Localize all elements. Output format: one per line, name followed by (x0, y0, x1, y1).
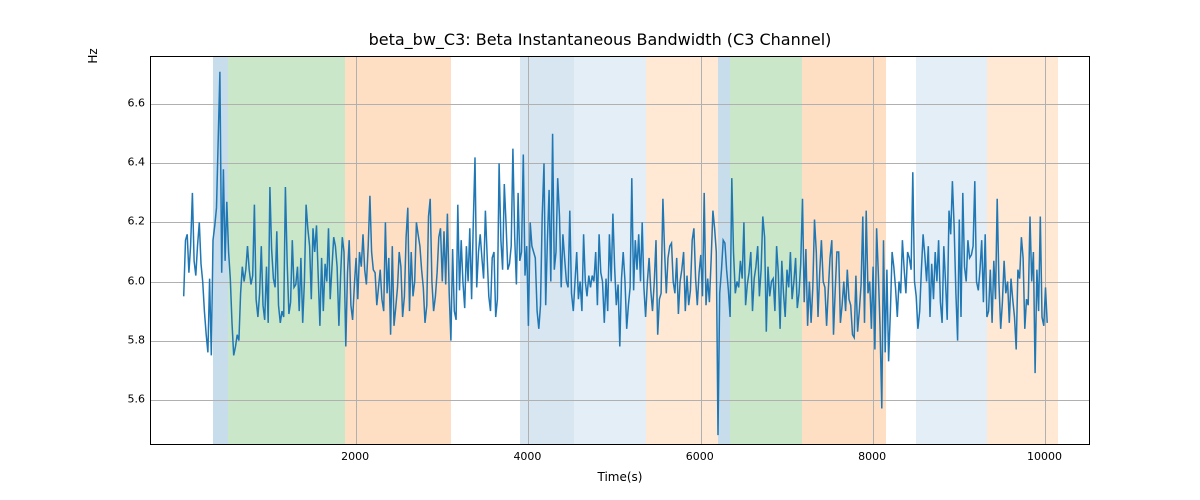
plot-area (150, 56, 1090, 445)
y-tick-label: 5.8 (115, 333, 145, 346)
y-tick-label: 6.4 (115, 156, 145, 169)
y-tick-label: 6.6 (115, 97, 145, 110)
x-tick-label: 6000 (686, 450, 714, 463)
figure: beta_bw_C3: Beta Instantaneous Bandwidth… (0, 0, 1200, 500)
y-tick-label: 6.0 (115, 274, 145, 287)
y-axis-label: Hz (86, 0, 100, 251)
series-line (184, 72, 1047, 435)
x-tick-label: 4000 (513, 450, 541, 463)
chart-title: beta_bw_C3: Beta Instantaneous Bandwidth… (0, 30, 1200, 49)
x-tick-label: 2000 (341, 450, 369, 463)
x-tick-label: 10000 (1027, 450, 1062, 463)
y-tick-label: 6.2 (115, 215, 145, 228)
y-tick-label: 5.6 (115, 392, 145, 405)
line-svg (151, 57, 1089, 444)
x-axis-label: Time(s) (150, 470, 1090, 484)
x-tick-label: 8000 (858, 450, 886, 463)
